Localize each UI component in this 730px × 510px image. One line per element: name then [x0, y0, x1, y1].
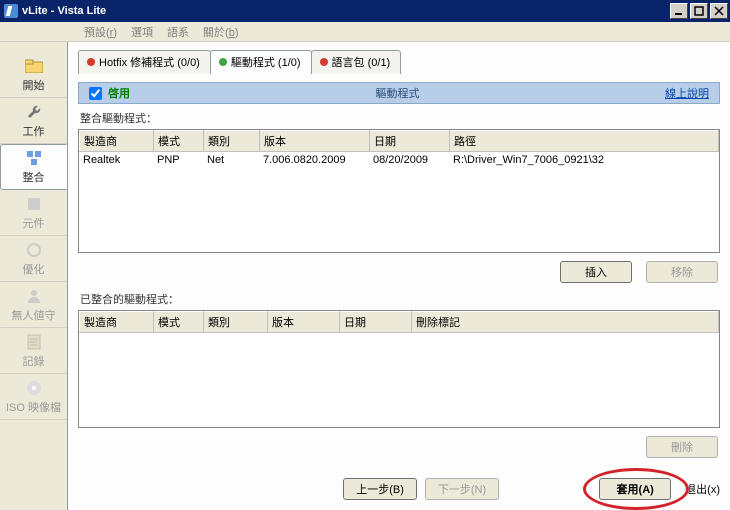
col-delmark[interactable]: 刪除標記	[412, 312, 719, 333]
integrated-drivers-table[interactable]: 製造商 模式 類別 版本 日期 刪除標記	[78, 310, 720, 428]
sidebar-tab-integrate[interactable]: 整合	[0, 144, 67, 190]
sidebar-tab-iso: ISO 映像檔	[0, 374, 67, 420]
menu-preset[interactable]: 預設(r)	[84, 24, 117, 40]
panel-header: 啓用 驅動程式 線上說明	[78, 82, 720, 104]
col-mode[interactable]: 模式	[154, 131, 204, 152]
menu-language[interactable]: 語系	[167, 24, 189, 40]
sidebar: 開始 工作 整合 元件 優化 無人値守 記錄 ISO 映像檔	[0, 42, 68, 510]
sidebar-label: 優化	[23, 261, 45, 277]
remove-button: 移除	[646, 261, 718, 283]
content-panel: Hotfix 修補程式 (0/0) 驅動程式 (1/0) 語言包 (0/1) 啓…	[68, 42, 730, 510]
cell-version: 7.006.0820.2009	[259, 152, 369, 168]
sidebar-label: 開始	[23, 77, 45, 93]
wrench-icon	[25, 103, 43, 121]
col-date[interactable]: 日期	[370, 131, 450, 152]
sidebar-label: 工作	[23, 123, 45, 139]
tab-label: 驅動程式 (1/0)	[231, 54, 301, 70]
sidebar-tab-start[interactable]: 開始	[0, 52, 67, 98]
log-icon	[25, 333, 43, 351]
cell-mfr: Realtek	[79, 152, 153, 168]
window-title: vLite - Vista Lite	[22, 5, 670, 17]
col-class[interactable]: 類別	[204, 312, 268, 333]
tab-label: Hotfix 修補程式 (0/0)	[99, 54, 200, 70]
enable-checkbox[interactable]	[89, 87, 102, 100]
col-manufacturer[interactable]: 製造商	[80, 312, 154, 333]
status-dot-icon	[320, 58, 328, 66]
window-titlebar: vLite - Vista Lite	[0, 0, 730, 22]
sidebar-label: 無人値守	[12, 307, 56, 323]
exit-link[interactable]: 退出(x)	[685, 481, 720, 497]
integrate-icon	[25, 149, 43, 167]
enable-label: 啓用	[108, 85, 130, 101]
panel-title: 驅動程式	[130, 85, 665, 101]
sidebar-label: 記錄	[23, 353, 45, 369]
col-version[interactable]: 版本	[260, 131, 370, 152]
tab-label: 語言包 (0/1)	[332, 54, 391, 70]
col-manufacturer[interactable]: 製造商	[80, 131, 154, 152]
maximize-button[interactable]	[690, 3, 708, 19]
col-class[interactable]: 類別	[204, 131, 260, 152]
section-label-integrate: 整合驅動程式：	[78, 104, 720, 129]
col-path[interactable]: 路徑	[450, 131, 719, 152]
drivers-table[interactable]: 製造商 模式 類別 版本 日期 路徑 Realtek PNP Net	[78, 129, 720, 253]
section-label-integrated: 已整合的驅動程式：	[78, 285, 720, 310]
col-date[interactable]: 日期	[340, 312, 412, 333]
col-mode[interactable]: 模式	[154, 312, 204, 333]
sidebar-tab-components: 元件	[0, 190, 67, 236]
sidebar-tab-unattended: 無人値守	[0, 282, 67, 328]
sidebar-label: 整合	[23, 169, 45, 185]
sidebar-tab-log: 記錄	[0, 328, 67, 374]
delete-button: 刪除	[646, 436, 718, 458]
cell-path: R:\Driver_Win7_7006_0921\32	[449, 152, 719, 168]
folder-icon	[25, 57, 43, 75]
menu-about[interactable]: 關於(b)	[203, 24, 238, 40]
cell-class: Net	[203, 152, 259, 168]
menu-bar: 預設(r) 選項 語系 關於(b)	[0, 22, 730, 42]
cell-mode: PNP	[153, 152, 203, 168]
apply-button[interactable]: 套用(A)	[599, 478, 671, 500]
insert-button[interactable]: 插入	[560, 261, 632, 283]
user-icon	[25, 287, 43, 305]
tab-language-pack[interactable]: 語言包 (0/1)	[311, 50, 402, 74]
top-tabs: Hotfix 修補程式 (0/0) 驅動程式 (1/0) 語言包 (0/1)	[78, 50, 720, 74]
tab-hotfix[interactable]: Hotfix 修補程式 (0/0)	[78, 50, 211, 74]
disc-icon	[25, 379, 43, 397]
menu-options[interactable]: 選項	[131, 24, 153, 40]
minimize-button[interactable]	[670, 3, 688, 19]
status-dot-icon	[87, 58, 95, 66]
cell-date: 08/20/2009	[369, 152, 449, 168]
app-icon	[4, 4, 18, 18]
tab-drivers[interactable]: 驅動程式 (1/0)	[210, 50, 312, 74]
sidebar-label: ISO 映像檔	[6, 399, 61, 415]
prev-button[interactable]: 上一步(B)	[343, 478, 417, 500]
sidebar-tab-tasks[interactable]: 工作	[0, 98, 67, 144]
sidebar-tab-tweaks: 優化	[0, 236, 67, 282]
status-dot-icon	[219, 58, 227, 66]
dial-icon	[25, 241, 43, 259]
sidebar-label: 元件	[23, 215, 45, 231]
online-help-link[interactable]: 線上說明	[665, 85, 709, 101]
next-button: 下一步(N)	[425, 478, 499, 500]
col-version[interactable]: 版本	[268, 312, 340, 333]
component-icon	[25, 195, 43, 213]
close-button[interactable]	[710, 3, 728, 19]
table-row[interactable]: Realtek PNP Net 7.006.0820.2009 08/20/20…	[79, 152, 719, 168]
